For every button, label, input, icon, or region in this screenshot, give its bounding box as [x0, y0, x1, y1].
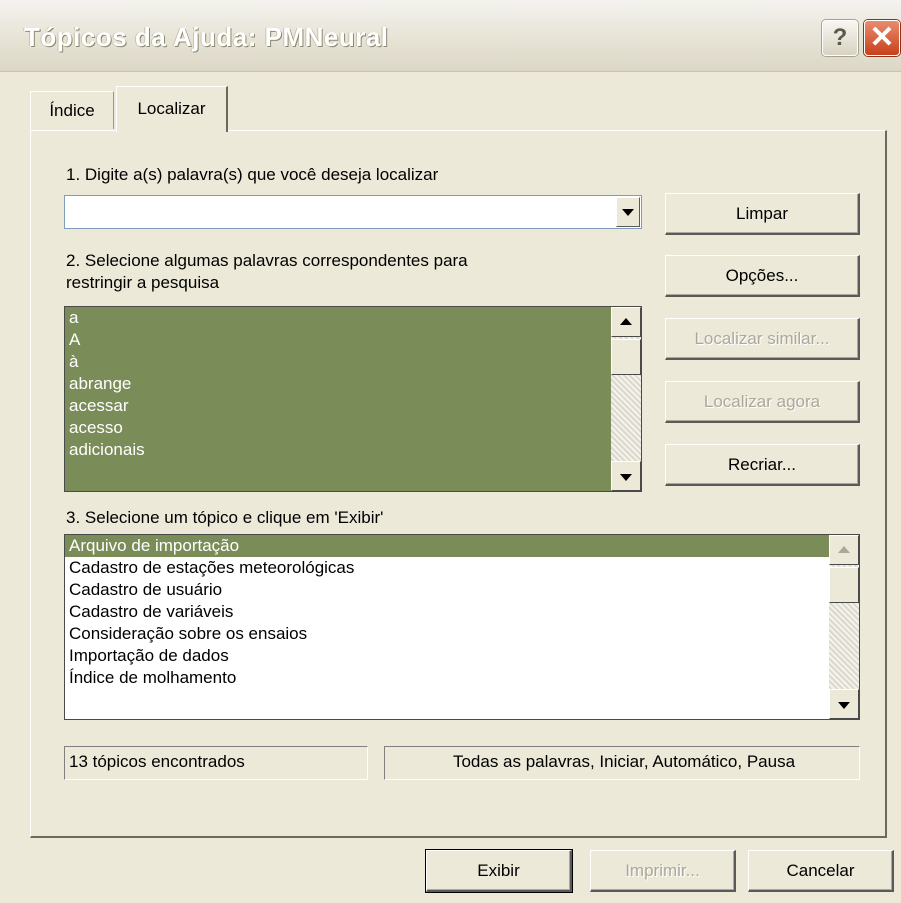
localizar-agora-button[interactable]: Localizar agora	[665, 381, 860, 423]
tab-indice[interactable]: Índice	[30, 91, 114, 129]
scroll-thumb[interactable]	[611, 339, 641, 375]
help-icon[interactable]: ?	[822, 20, 858, 56]
scroll-up-button[interactable]	[829, 535, 859, 565]
list-item[interactable]: Índice de molhamento	[65, 667, 859, 689]
list-item[interactable]: à	[65, 351, 641, 373]
exibir-button[interactable]: Exibir	[425, 849, 573, 893]
list-item[interactable]: Cadastro de variáveis	[65, 601, 859, 623]
list-item[interactable]: A	[65, 329, 641, 351]
search-options-status: Todas as palavras, Iniciar, Automático, …	[384, 746, 860, 780]
list-item[interactable]: abrange	[65, 373, 641, 395]
recriar-button[interactable]: Recriar...	[665, 444, 860, 486]
step3-label: 3. Selecione um tópico e clique em 'Exib…	[66, 508, 384, 527]
arrow-down-icon	[838, 702, 850, 709]
step2-label-line1: 2. Selecione algumas palavras correspond…	[66, 251, 468, 270]
scroll-thumb[interactable]	[829, 567, 859, 603]
title-bar[interactable]: Tópicos da Ajuda: PMNeural ? ✕	[0, 0, 901, 72]
list-item[interactable]: acesso	[65, 417, 641, 439]
list-item[interactable]: adicionais	[65, 439, 641, 461]
window-title: Tópicos da Ajuda: PMNeural	[24, 22, 389, 52]
search-input[interactable]	[65, 196, 605, 228]
topic-list-scrollbar[interactable]	[829, 535, 859, 719]
list-item[interactable]: Importação de dados	[65, 645, 859, 667]
list-item-selected[interactable]: Arquivo de importação	[65, 535, 859, 557]
list-item[interactable]: Consideração sobre os ensaios	[65, 623, 859, 645]
chevron-down-icon	[622, 209, 634, 216]
arrow-up-icon	[838, 546, 850, 553]
step2-label-line2: restringir a pesquisa	[66, 273, 220, 292]
word-list-scrollbar[interactable]	[611, 307, 641, 491]
topic-list[interactable]: Arquivo de importação Cadastro de estaçõ…	[64, 534, 860, 720]
imprimir-button[interactable]: Imprimir...	[590, 850, 736, 892]
localizar-similar-button[interactable]: Localizar similar...	[665, 318, 860, 360]
scroll-down-button[interactable]	[611, 461, 641, 491]
search-combo[interactable]	[64, 195, 642, 229]
topics-found-status: 13 tópicos encontrados	[64, 746, 368, 780]
list-item[interactable]: Cadastro de usuário	[65, 579, 859, 601]
cancelar-button[interactable]: Cancelar	[748, 850, 894, 892]
list-item[interactable]: a	[65, 307, 641, 329]
step1-label: 1. Digite a(s) palavra(s) que você desej…	[66, 165, 439, 184]
limpar-button[interactable]: Limpar	[665, 193, 860, 235]
list-item[interactable]: acessar	[65, 395, 641, 417]
list-item[interactable]: Cadastro de estações meteorológicas	[65, 557, 859, 579]
opcoes-button[interactable]: Opções...	[665, 255, 860, 297]
close-icon[interactable]: ✕	[864, 20, 900, 56]
scroll-up-button[interactable]	[611, 307, 641, 337]
tab-localizar[interactable]: Localizar	[116, 86, 228, 132]
scroll-down-button[interactable]	[829, 689, 859, 719]
word-list[interactable]: a A à abrange acessar acesso adicionais	[64, 306, 642, 492]
dropdown-arrow-button[interactable]	[616, 197, 640, 227]
arrow-down-icon	[620, 474, 632, 481]
arrow-up-icon	[620, 318, 632, 325]
